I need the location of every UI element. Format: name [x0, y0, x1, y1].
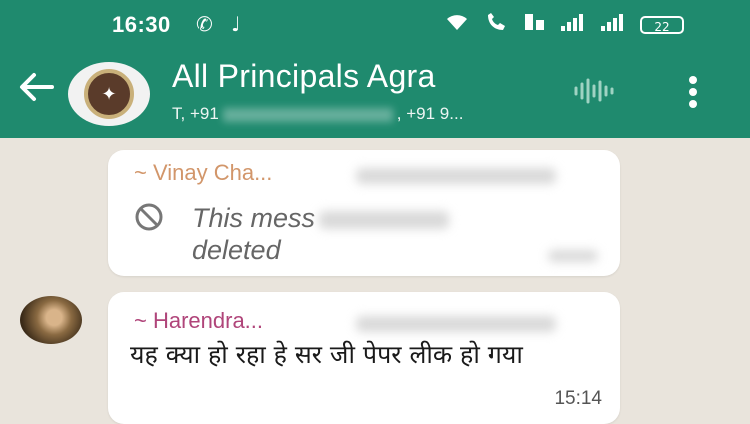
deleted-message-text: This mess deleted [192, 202, 512, 266]
blurred-text [319, 210, 450, 229]
wifi-call-icon [484, 12, 510, 37]
battery-icon: 22 [640, 15, 684, 34]
arrow-left-icon[interactable] [18, 70, 54, 110]
blurred-time [548, 250, 598, 262]
group-members[interactable]: T, +91 , +91 9... [172, 104, 463, 124]
message-bubble[interactable]: ~ Vinay Cha... This mess deleted [108, 150, 620, 276]
volte-icon [524, 12, 546, 37]
group-name[interactable]: All Principals Agra [172, 58, 436, 95]
group-avatar[interactable]: ✦ [68, 62, 150, 126]
music-note-icon: ♩ [231, 12, 241, 36]
blurred-phone [356, 316, 556, 332]
status-left-icons: ✆ ♩ [196, 12, 253, 36]
message-time: 15:14 [554, 388, 602, 409]
message-text: यह क्या हो रहा हे सर जी पेपर लीक हो गया [130, 340, 523, 369]
status-time: 16:30 [112, 12, 171, 37]
deleted-text-visible: This mess [192, 203, 316, 233]
status-bar: 16:30 ✆ ♩ 22 [0, 0, 750, 52]
sender-name[interactable]: ~ Vinay Cha... [134, 160, 272, 186]
blurred-number [222, 107, 393, 122]
more-vertical-icon[interactable] [688, 74, 698, 110]
audio-wave-icon[interactable] [572, 76, 616, 106]
signal-1-icon [560, 12, 586, 37]
sender-avatar[interactable] [20, 296, 82, 344]
message-bubble[interactable]: ~ Harendra... यह क्या हो रहा हे सर जी पे… [108, 292, 620, 424]
wifi-icon [444, 12, 470, 37]
sender-name[interactable]: ~ Harendra... [134, 308, 263, 334]
members-prefix: T, +91 [172, 104, 219, 123]
members-suffix: , +91 9... [396, 104, 464, 123]
signal-2-icon [600, 12, 626, 37]
ban-icon [134, 202, 164, 232]
blurred-phone [356, 168, 556, 184]
status-right-icons: 22 [444, 12, 684, 37]
whatsapp-icon: ✆ [196, 12, 213, 36]
chat-header: 16:30 ✆ ♩ 22 ✦ All Principals Agra T, +9… [0, 0, 750, 138]
group-emblem-icon: ✦ [84, 69, 134, 119]
deleted-text-line2: deleted [192, 235, 281, 265]
